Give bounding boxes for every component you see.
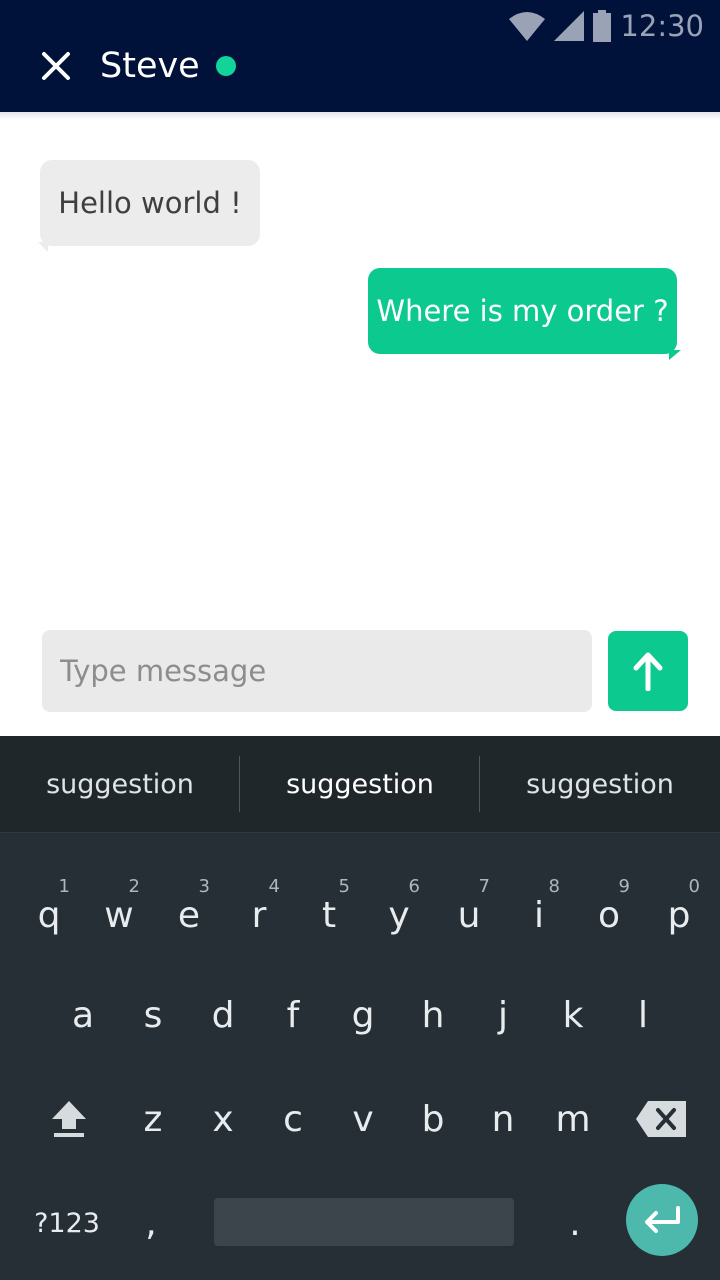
soft-keyboard: suggestion suggestion suggestion q1 w2 e… <box>0 736 720 1280</box>
key-label: q <box>37 894 61 936</box>
key-label: d <box>211 994 235 1036</box>
space-key[interactable] <box>214 1198 514 1246</box>
key-label: x <box>212 1098 234 1140</box>
key-hint: 4 <box>268 876 280 897</box>
key-label: e <box>177 894 201 936</box>
backspace-key[interactable] <box>626 1074 696 1164</box>
key-label: s <box>143 994 163 1036</box>
enter-key[interactable] <box>626 1184 698 1256</box>
key-label: k <box>562 994 584 1036</box>
key-p[interactable]: p0 <box>644 870 714 960</box>
key-label: i <box>533 894 544 936</box>
key-k[interactable]: k <box>538 970 608 1060</box>
key-hint: 8 <box>548 876 560 897</box>
key-e[interactable]: e3 <box>154 870 224 960</box>
key-label: n <box>491 1098 515 1140</box>
status-bar: 12:30 <box>508 8 704 44</box>
key-w[interactable]: w2 <box>84 870 154 960</box>
backspace-icon <box>636 1101 686 1137</box>
key-label: m <box>555 1098 591 1140</box>
period-key[interactable]: . <box>540 1178 610 1268</box>
key-hint: 5 <box>338 876 350 897</box>
close-button[interactable] <box>40 50 72 82</box>
key-b[interactable]: b <box>398 1074 468 1164</box>
key-label: o <box>597 894 621 936</box>
key-d[interactable]: d <box>188 970 258 1060</box>
app-header: 12:30 Steve <box>0 0 720 112</box>
status-time: 12:30 <box>620 9 704 43</box>
message-input[interactable] <box>42 630 592 712</box>
key-r[interactable]: r4 <box>224 870 294 960</box>
key-hint: 0 <box>688 876 700 897</box>
chat-titlebar: Steve <box>40 44 236 88</box>
key-x[interactable]: x <box>188 1074 258 1164</box>
key-label: v <box>352 1098 374 1140</box>
key-label: h <box>421 994 445 1036</box>
key-s[interactable]: s <box>118 970 188 1060</box>
key-i[interactable]: i8 <box>504 870 574 960</box>
key-hint: 9 <box>618 876 630 897</box>
key-n[interactable]: n <box>468 1074 538 1164</box>
message-text: Hello world ! <box>58 186 242 220</box>
key-v[interactable]: v <box>328 1074 398 1164</box>
arrow-up-icon <box>633 652 663 691</box>
key-label: p <box>667 894 691 936</box>
key-label: l <box>637 994 648 1036</box>
battery-icon <box>592 10 612 42</box>
key-label: a <box>71 994 95 1036</box>
key-l[interactable]: l <box>608 970 678 1060</box>
key-z[interactable]: z <box>118 1074 188 1164</box>
key-o[interactable]: o9 <box>574 870 644 960</box>
key-t[interactable]: t5 <box>294 870 364 960</box>
suggestion-left[interactable]: suggestion <box>0 736 240 832</box>
suggestion-bar: suggestion suggestion suggestion <box>0 736 720 833</box>
key-hint: 1 <box>58 876 70 897</box>
header-shadow <box>0 112 720 120</box>
suggestion-center[interactable]: suggestion <box>240 736 480 832</box>
key-m[interactable]: m <box>538 1074 608 1164</box>
outgoing-message-bubble: Where is my order ? <box>368 268 681 360</box>
key-hint: 7 <box>478 876 490 897</box>
key-f[interactable]: f <box>258 970 328 1060</box>
symbols-key[interactable]: ?123 <box>20 1178 114 1268</box>
key-label: f <box>286 994 300 1036</box>
key-g[interactable]: g <box>328 970 398 1060</box>
key-label: y <box>388 894 410 936</box>
suggestion-right[interactable]: suggestion <box>480 736 720 832</box>
shift-key[interactable] <box>34 1074 104 1164</box>
key-label: g <box>351 994 375 1036</box>
send-button[interactable] <box>608 631 688 711</box>
key-label: c <box>283 1098 303 1140</box>
key-label: z <box>143 1098 163 1140</box>
incoming-message-bubble: Hello world ! <box>38 160 260 252</box>
signal-icon <box>554 11 585 41</box>
key-label: t <box>321 894 337 936</box>
enter-icon <box>645 1206 680 1233</box>
key-hint: 2 <box>128 876 140 897</box>
contact-name: Steve <box>100 46 200 86</box>
key-h[interactable]: h <box>398 970 468 1060</box>
key-hint: 3 <box>198 876 210 897</box>
online-status-dot <box>215 56 236 76</box>
key-label: j <box>497 994 508 1036</box>
key-u[interactable]: u7 <box>434 870 504 960</box>
key-y[interactable]: y6 <box>364 870 434 960</box>
key-label: b <box>421 1098 445 1140</box>
key-a[interactable]: a <box>48 970 118 1060</box>
key-hint: 6 <box>408 876 420 897</box>
key-q[interactable]: q1 <box>14 870 84 960</box>
comma-key[interactable]: , <box>116 1178 186 1268</box>
shift-icon <box>52 1101 86 1137</box>
key-c[interactable]: c <box>258 1074 328 1164</box>
key-label: u <box>457 894 481 936</box>
message-text: Where is my order ? <box>376 294 669 328</box>
close-icon <box>42 52 70 80</box>
wifi-icon <box>508 11 546 41</box>
key-label: w <box>104 894 134 936</box>
key-label: r <box>251 894 267 936</box>
key-j[interactable]: j <box>468 970 538 1060</box>
